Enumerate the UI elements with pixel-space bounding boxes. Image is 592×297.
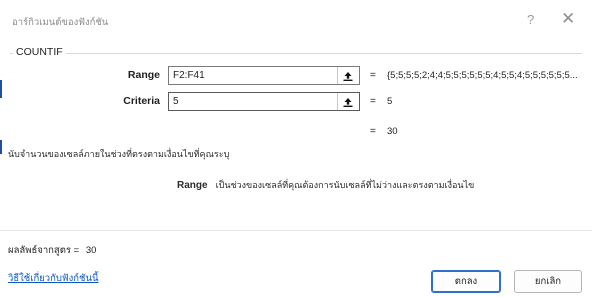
close-icon[interactable]: ✕ bbox=[561, 9, 575, 29]
argument-help: Range เป็นช่วงของเซลล์ที่คุณต้องการนับเซล… bbox=[177, 178, 474, 192]
argument-help-name: Range bbox=[177, 180, 208, 191]
criteria-equals: = bbox=[370, 96, 376, 107]
ok-button-label: ตกลง bbox=[454, 276, 478, 287]
criteria-input-value: 5 bbox=[173, 96, 179, 107]
range-collapse-button[interactable] bbox=[337, 67, 357, 84]
dialog-title: อาร์กิวเมนต์ของฟังก์ชัน bbox=[12, 17, 109, 28]
function-name: COUNTIF bbox=[13, 46, 66, 58]
collapse-dialog-icon bbox=[343, 71, 352, 81]
function-description: นับจำนวนของเซลล์ภายในช่วงที่ตรงตามเงื่อน… bbox=[8, 149, 230, 159]
formula-result-label: ผลลัพธ์จากสูตร = bbox=[8, 245, 80, 256]
criteria-collapse-button[interactable] bbox=[337, 93, 357, 110]
range-result: {5;5;5;5;2;4;4;5;5;5;5;5;5;4;5;5;4;5;5;5… bbox=[387, 70, 578, 81]
range-input-value: F2:F41 bbox=[173, 70, 205, 81]
criteria-result: 5 bbox=[387, 96, 393, 107]
range-label: Range bbox=[127, 69, 160, 81]
cancel-button-label: ยกเลิก bbox=[534, 276, 562, 287]
footer-divider bbox=[0, 230, 592, 231]
edge-mark bbox=[0, 80, 2, 98]
criteria-input[interactable]: 5 bbox=[168, 92, 360, 111]
function-group-border bbox=[10, 53, 582, 54]
cancel-button[interactable]: ยกเลิก bbox=[514, 270, 582, 293]
ok-button[interactable]: ตกลง bbox=[431, 270, 501, 293]
edge-mark bbox=[0, 140, 2, 154]
range-equals: = bbox=[370, 70, 376, 81]
formula-result-value: 30 bbox=[85, 245, 97, 256]
total-result: 30 bbox=[387, 126, 398, 137]
range-input[interactable]: F2:F41 bbox=[168, 66, 360, 85]
total-equals: = bbox=[370, 126, 376, 137]
title-bar: อาร์กิวเมนต์ของฟังก์ชัน ? ✕ bbox=[0, 0, 592, 36]
collapse-dialog-icon bbox=[343, 97, 352, 107]
function-help-link[interactable]: วิธีใช้เกี่ยวกับฟังก์ชันนี้ bbox=[8, 271, 98, 286]
formula-result: ผลลัพธ์จากสูตร = 30 bbox=[8, 243, 96, 258]
help-icon[interactable]: ? bbox=[527, 12, 534, 27]
argument-help-text: เป็นช่วงของเซลล์ที่คุณต้องการนับเซลล์ที่… bbox=[215, 180, 475, 190]
criteria-label: Criteria bbox=[123, 95, 160, 107]
